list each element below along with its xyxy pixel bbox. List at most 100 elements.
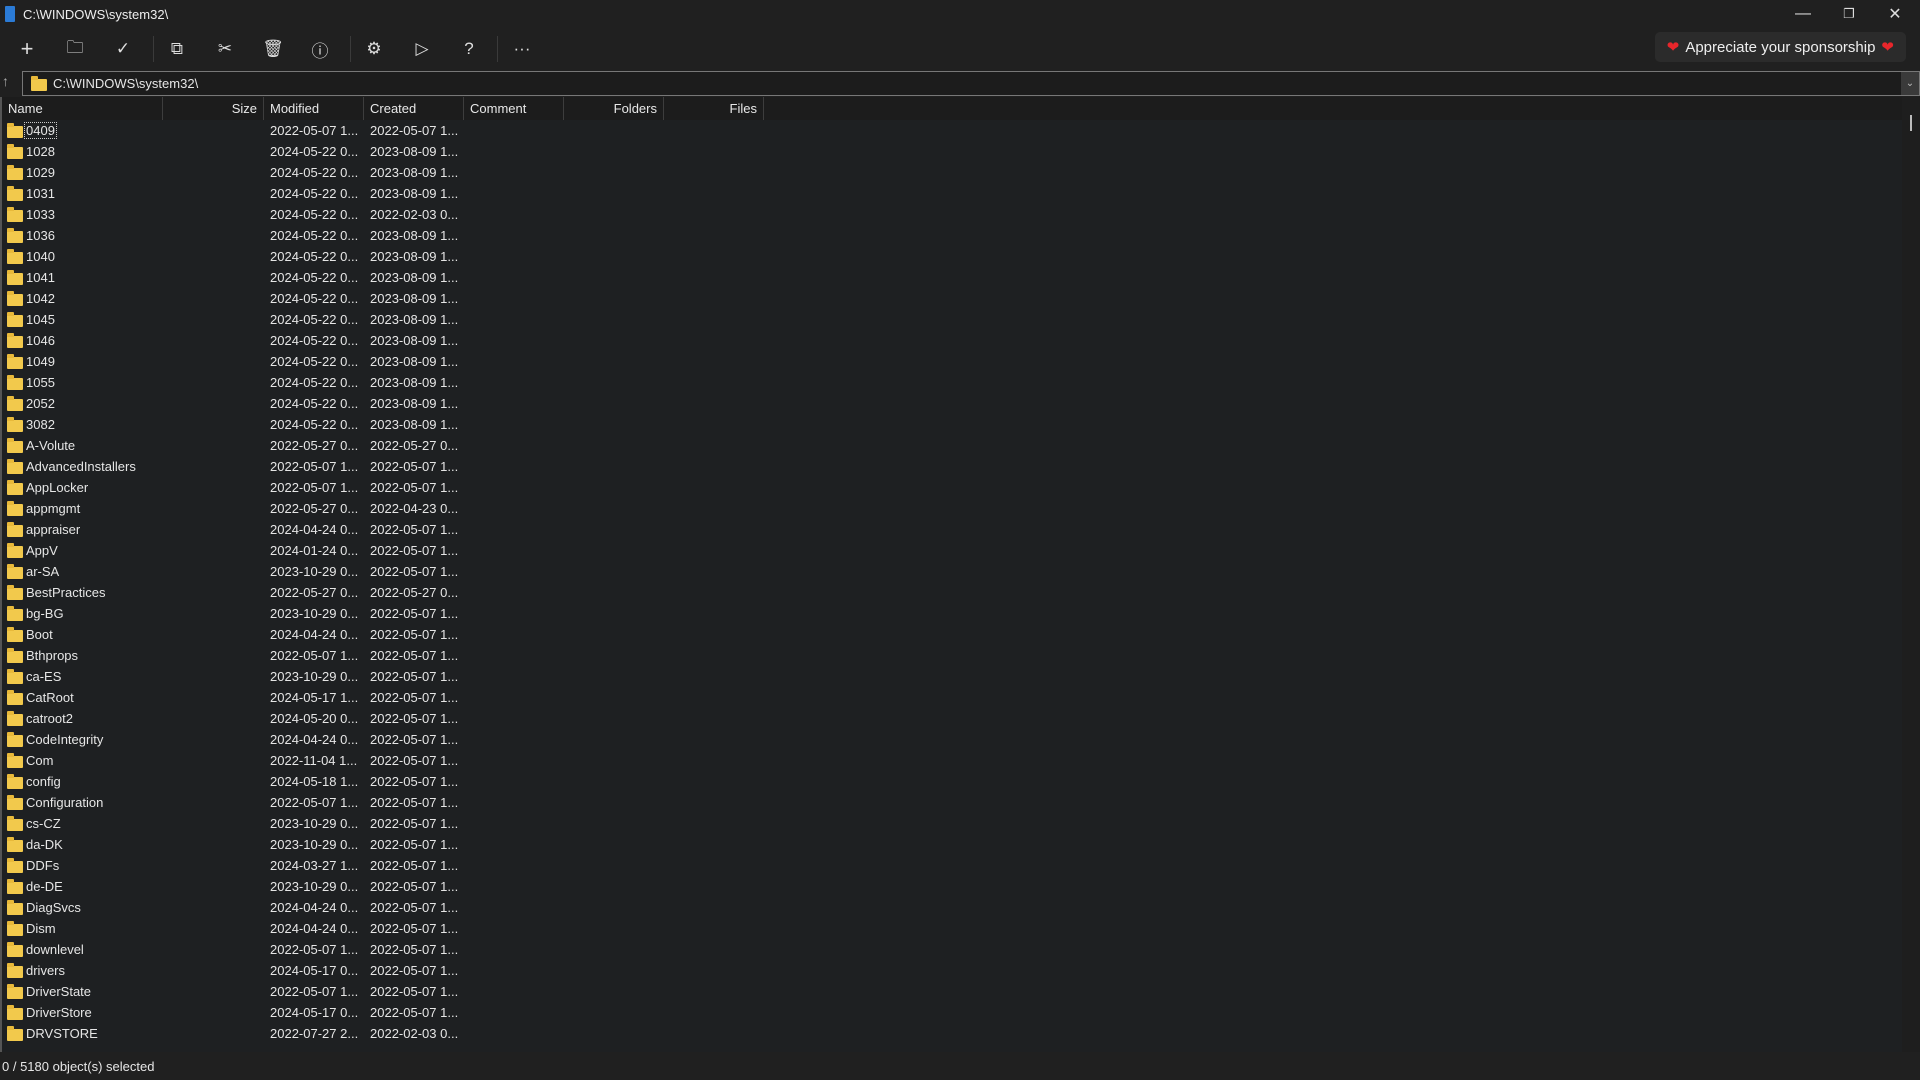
column-modified[interactable]: Modified — [264, 97, 364, 120]
table-row[interactable]: 1055 2024-05-22 0... 2023-08-09 1... — [2, 372, 1902, 393]
table-row[interactable]: 1028 2024-05-22 0... 2023-08-09 1... — [2, 141, 1902, 162]
table-row[interactable]: de-DE 2023-10-29 0... 2022-05-07 1... — [2, 876, 1902, 897]
column-name[interactable]: Name — [2, 97, 163, 120]
file-name: da-DK — [26, 837, 63, 852]
run-icon[interactable]: ▷ — [404, 32, 440, 66]
table-row[interactable]: appraiser 2024-04-24 0... 2022-05-07 1... — [2, 519, 1902, 540]
more-icon[interactable]: ··· — [504, 32, 540, 66]
table-row[interactable]: AppV 2024-01-24 0... 2022-05-07 1... — [2, 540, 1902, 561]
add-icon[interactable]: + — [9, 32, 45, 66]
move-icon[interactable]: ✂ — [207, 32, 243, 66]
column-created[interactable]: Created — [364, 97, 464, 120]
maximize-button[interactable]: ❐ — [1826, 0, 1872, 28]
file-name: appraiser — [26, 522, 81, 537]
scrollbar-thumb[interactable] — [1910, 115, 1912, 131]
table-row[interactable]: DRVSTORE 2022-07-27 2... 2022-02-03 0... — [2, 1023, 1902, 1044]
folder-icon — [7, 290, 23, 306]
modified-cell: 2024-05-22 0... — [270, 144, 359, 159]
column-comment[interactable]: Comment — [464, 97, 564, 120]
file-name: bg-BG — [26, 606, 64, 621]
info-icon[interactable]: ⓘ — [302, 32, 338, 66]
test-icon[interactable]: ✓ — [105, 32, 141, 66]
table-row[interactable]: DiagSvcs 2024-04-24 0... 2022-05-07 1... — [2, 897, 1902, 918]
file-name: de-DE — [26, 879, 63, 894]
modified-cell: 2024-03-27 1... — [270, 858, 359, 873]
table-row[interactable]: DriverStore 2024-05-17 0... 2022-05-07 1..… — [2, 1002, 1902, 1023]
created-cell: 2022-05-07 1... — [370, 606, 459, 621]
created-cell: 2023-08-09 1... — [370, 249, 459, 264]
address-bar[interactable]: C:\WINDOWS\system32\ ⌄ — [22, 71, 1920, 96]
delete-icon[interactable]: 🗑 — [255, 32, 291, 66]
table-row[interactable]: 1045 2024-05-22 0... 2023-08-09 1... — [2, 309, 1902, 330]
table-row[interactable]: Boot 2024-04-24 0... 2022-05-07 1... — [2, 624, 1902, 645]
name-cell: Boot — [2, 626, 163, 642]
name-cell: DriverState — [2, 983, 163, 999]
table-row[interactable]: 1031 2024-05-22 0... 2023-08-09 1... — [2, 183, 1902, 204]
table-row[interactable]: 1036 2024-05-22 0... 2023-08-09 1... — [2, 225, 1902, 246]
table-row[interactable]: config 2024-05-18 1... 2022-05-07 1... — [2, 771, 1902, 792]
table-row[interactable]: CatRoot 2024-05-17 1... 2022-05-07 1... — [2, 687, 1902, 708]
table-row[interactable]: 1040 2024-05-22 0... 2023-08-09 1... — [2, 246, 1902, 267]
table-row[interactable]: 0409 2022-05-07 1... 2022-05-07 1... — [2, 120, 1902, 141]
table-row[interactable]: Com 2022-11-04 1... 2022-05-07 1... — [2, 750, 1902, 771]
table-row[interactable]: ar-SA 2023-10-29 0... 2022-05-07 1... — [2, 561, 1902, 582]
table-row[interactable]: Dism 2024-04-24 0... 2022-05-07 1... — [2, 918, 1902, 939]
table-row[interactable]: 2052 2024-05-22 0... 2023-08-09 1... — [2, 393, 1902, 414]
file-name: AdvancedInstallers — [26, 459, 136, 474]
created-cell: 2022-05-07 1... — [370, 627, 459, 642]
table-row[interactable]: 1042 2024-05-22 0... 2023-08-09 1... — [2, 288, 1902, 309]
name-cell: cs-CZ — [2, 815, 163, 831]
column-folders[interactable]: Folders — [564, 97, 664, 120]
folder-icon — [7, 1025, 23, 1041]
table-row[interactable]: 1029 2024-05-22 0... 2023-08-09 1... — [2, 162, 1902, 183]
close-button[interactable]: ✕ — [1872, 0, 1918, 28]
table-row[interactable]: 1033 2024-05-22 0... 2022-02-03 0... — [2, 204, 1902, 225]
name-cell: DDFs — [2, 857, 163, 873]
table-row[interactable]: Configuration 2022-05-07 1... 2022-05-07 1… — [2, 792, 1902, 813]
table-row[interactable]: ca-ES 2023-10-29 0... 2022-05-07 1... — [2, 666, 1902, 687]
table-row[interactable]: AdvancedInstallers 2022-05-07 1... 2022-05… — [2, 456, 1902, 477]
column-files[interactable]: Files — [664, 97, 764, 120]
table-row[interactable]: da-DK 2023-10-29 0... 2022-05-07 1... — [2, 834, 1902, 855]
modified-cell: 2022-05-07 1... — [270, 984, 359, 999]
table-row[interactable]: cs-CZ 2023-10-29 0... 2022-05-07 1... — [2, 813, 1902, 834]
chevron-down-icon[interactable]: ⌄ — [1901, 72, 1919, 95]
column-size[interactable]: Size — [163, 97, 264, 120]
table-row[interactable]: appmgmt 2022-05-27 0... 2022-04-23 0... — [2, 498, 1902, 519]
created-cell: 2022-05-07 1... — [370, 963, 459, 978]
table-row[interactable]: catroot2 2024-05-20 0... 2022-05-07 1... — [2, 708, 1902, 729]
modified-cell: 2022-05-27 0... — [270, 438, 359, 453]
table-row[interactable]: bg-BG 2023-10-29 0... 2022-05-07 1... — [2, 603, 1902, 624]
table-row[interactable]: A-Volute 2022-05-27 0... 2022-05-27 0... — [2, 435, 1902, 456]
table-row[interactable]: Bthprops 2022-05-07 1... 2022-05-07 1... — [2, 645, 1902, 666]
table-row[interactable]: 1046 2024-05-22 0... 2023-08-09 1... — [2, 330, 1902, 351]
table-row[interactable]: 1049 2024-05-22 0... 2023-08-09 1... — [2, 351, 1902, 372]
table-row[interactable]: drivers 2024-05-17 0... 2022-05-07 1... — [2, 960, 1902, 981]
sponsor-button[interactable]: ❤ Appreciate your sponsorship ❤ — [1654, 32, 1906, 62]
created-cell: 2022-04-23 0... — [370, 501, 459, 516]
table-row[interactable]: DDFs 2024-03-27 1... 2022-05-07 1... — [2, 855, 1902, 876]
scrollbar[interactable] — [1902, 97, 1920, 1052]
address-path: C:\WINDOWS\system32\ — [53, 76, 199, 91]
copy-icon[interactable]: ⧉ — [159, 32, 195, 66]
extract-folder-icon[interactable]: 🗀 — [57, 32, 93, 66]
table-row[interactable]: 1041 2024-05-22 0... 2023-08-09 1... — [2, 267, 1902, 288]
modified-cell: 2024-05-18 1... — [270, 774, 359, 789]
table-row[interactable]: CodeIntegrity 2024-04-24 0... 2022-05-07 1… — [2, 729, 1902, 750]
table-row[interactable]: DriverState 2022-05-07 1... 2022-05-07 1..… — [2, 981, 1902, 1002]
file-name: catroot2 — [26, 711, 73, 726]
table-row[interactable]: BestPractices 2022-05-27 0... 2022-05-27 0… — [2, 582, 1902, 603]
table-row[interactable]: 3082 2024-05-22 0... 2023-08-09 1... — [2, 414, 1902, 435]
name-cell: Com — [2, 752, 163, 768]
table-row[interactable]: AppLocker 2022-05-07 1... 2022-05-07 1... — [2, 477, 1902, 498]
file-name: Bthprops — [26, 648, 79, 663]
folder-icon — [7, 584, 23, 600]
help-icon[interactable]: ? — [451, 32, 487, 66]
settings-icon[interactable]: ⚙ — [356, 32, 392, 66]
file-name: CatRoot — [26, 690, 74, 705]
minimize-button[interactable]: — — [1780, 0, 1826, 28]
up-arrow-icon[interactable]: ↑ — [2, 73, 20, 93]
table-row[interactable]: downlevel 2022-05-07 1... 2022-05-07 1... — [2, 939, 1902, 960]
name-cell: 1055 — [2, 374, 163, 390]
file-list[interactable]: Name Size Modified Created Comment Folde… — [0, 97, 1902, 1052]
